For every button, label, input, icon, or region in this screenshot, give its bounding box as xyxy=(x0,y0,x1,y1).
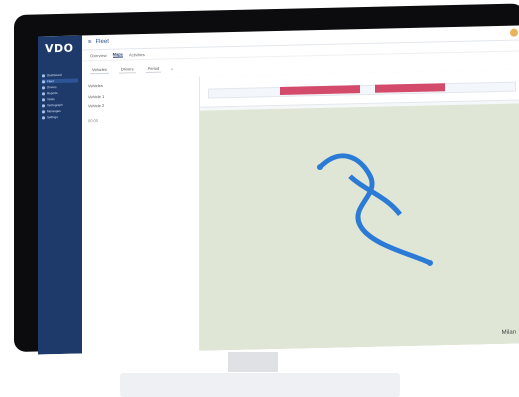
topbar-actions xyxy=(510,28,518,37)
main-area: ≡ Fleet Overview Maps Activities Vehicle… xyxy=(82,25,519,354)
sidebar-item-drivers[interactable]: Drivers xyxy=(42,85,78,90)
status-time: 00:00 xyxy=(88,118,99,124)
route-map[interactable]: Milan xyxy=(200,103,519,351)
timeline-activity xyxy=(375,83,445,93)
screen: VDO Dashboard Fleet Drivers Reports Task… xyxy=(38,25,519,355)
period-filter[interactable]: Period xyxy=(145,64,162,74)
timeline-track xyxy=(208,81,516,99)
activity-timeline xyxy=(200,69,519,108)
drivers-filter[interactable]: Drivers xyxy=(118,65,136,74)
sidebar-item-fleet[interactable]: Fleet xyxy=(42,78,78,84)
tab-activities[interactable]: Activities xyxy=(129,52,145,57)
vehicles-filter[interactable]: Vehicles xyxy=(90,65,109,75)
tasks-icon xyxy=(42,97,45,101)
avatar[interactable] xyxy=(510,28,518,37)
vdo-logo: VDO xyxy=(45,41,74,56)
tachograph-icon xyxy=(42,103,45,107)
sidebar: VDO Dashboard Fleet Drivers Reports Task… xyxy=(38,35,82,355)
sidebar-item-settings[interactable]: Settings xyxy=(42,115,78,120)
dashboard-icon xyxy=(42,73,45,77)
tab-overview[interactable]: Overview xyxy=(90,52,107,57)
tab-maps[interactable]: Maps xyxy=(112,51,123,58)
page-title: Fleet xyxy=(95,38,109,46)
gear-icon xyxy=(42,115,45,119)
truck-icon xyxy=(42,79,45,83)
report-icon xyxy=(42,91,45,95)
map-panel: Milan xyxy=(200,69,519,351)
sidebar-item-messages[interactable]: Messages xyxy=(42,109,78,114)
menu-icon[interactable]: ≡ xyxy=(88,39,92,45)
message-icon xyxy=(42,109,45,113)
map-city-label: Milan xyxy=(501,329,516,336)
sidebar-item-dashboard[interactable]: Dashboard xyxy=(42,73,78,78)
driver-icon xyxy=(42,85,45,89)
monitor-base xyxy=(120,373,400,397)
sidebar-menu: Dashboard Fleet Drivers Reports Tasks Ta… xyxy=(38,72,82,119)
sidebar-item-tachograph[interactable]: Tachograph xyxy=(42,103,78,108)
monitor-stand xyxy=(228,352,278,372)
sidebar-item-reports[interactable]: Reports xyxy=(42,91,78,96)
vehicle-panel: Vehicles Vehicle 1 Vehicle 2 00:00 xyxy=(82,76,200,354)
monitor-frame: VDO Dashboard Fleet Drivers Reports Task… xyxy=(14,3,519,355)
map-svg xyxy=(200,103,519,351)
sidebar-item-tasks[interactable]: Tasks xyxy=(42,97,78,102)
search-icon[interactable]: ⌕ xyxy=(171,66,173,71)
